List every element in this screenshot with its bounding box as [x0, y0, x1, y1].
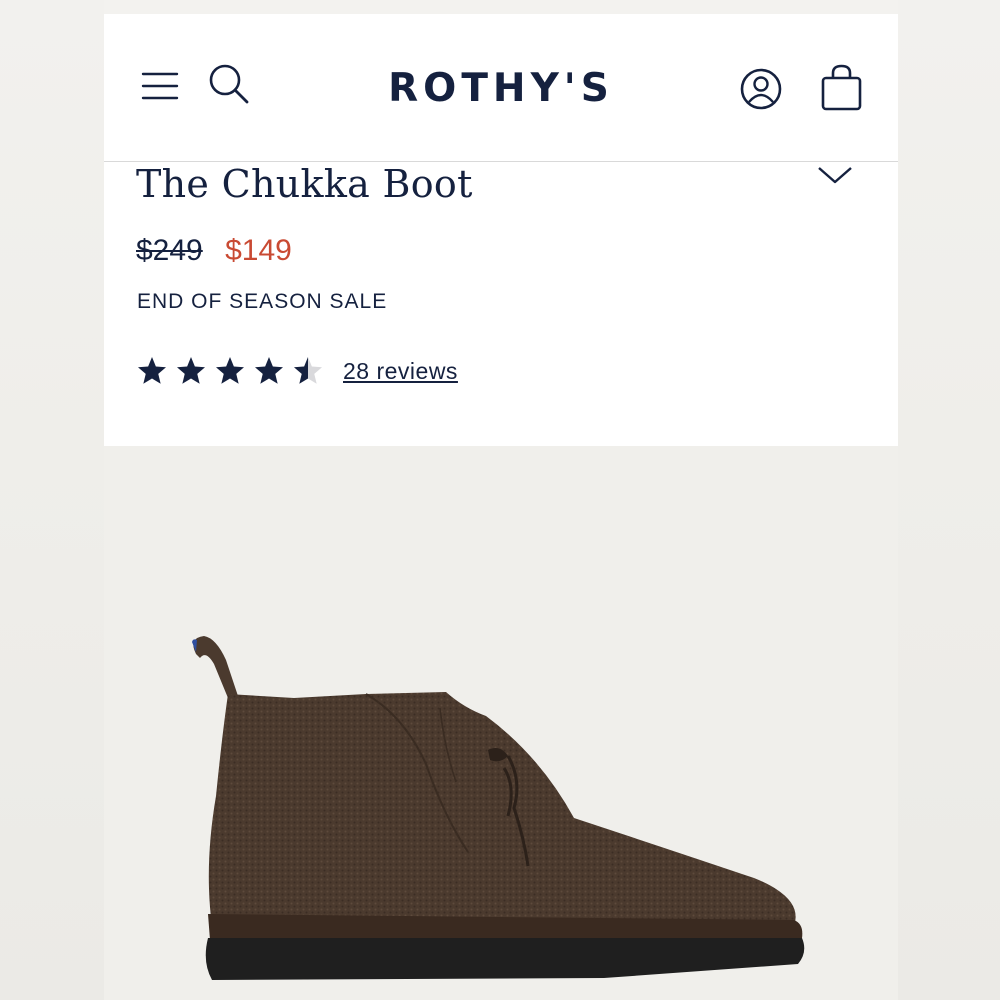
site-header: ROTHY'S [104, 14, 898, 162]
star-icon [255, 357, 283, 384]
rating-row: 28 reviews [136, 354, 458, 388]
left-backdrop [0, 0, 104, 1000]
original-price: $249 [136, 234, 203, 267]
price-block: $249 $149 [136, 234, 292, 268]
product-page: ROTHY'S The Chukka Boot $249 $149 END OF… [104, 14, 898, 1000]
product-title: The Chukka Boot [136, 162, 473, 206]
chukka-boot-image [192, 636, 805, 980]
half-star-icon [294, 357, 322, 384]
shopping-bag-icon [821, 64, 862, 111]
sale-price: $149 [225, 234, 292, 267]
star-icon [138, 357, 166, 384]
favorite-button[interactable] [810, 158, 860, 188]
heart-icon [818, 167, 852, 184]
shopping-bag-button[interactable] [818, 62, 866, 114]
star-icon [177, 357, 205, 384]
right-backdrop [898, 0, 1000, 1000]
reviews-link[interactable]: 28 reviews [343, 358, 458, 385]
star-icon [216, 357, 244, 384]
account-icon [740, 68, 782, 110]
promo-label: END OF SEASON SALE [137, 290, 388, 313]
product-info: The Chukka Boot $249 $149 END OF SEASON … [104, 162, 898, 446]
product-image[interactable] [104, 446, 898, 1000]
account-button[interactable] [736, 64, 786, 114]
